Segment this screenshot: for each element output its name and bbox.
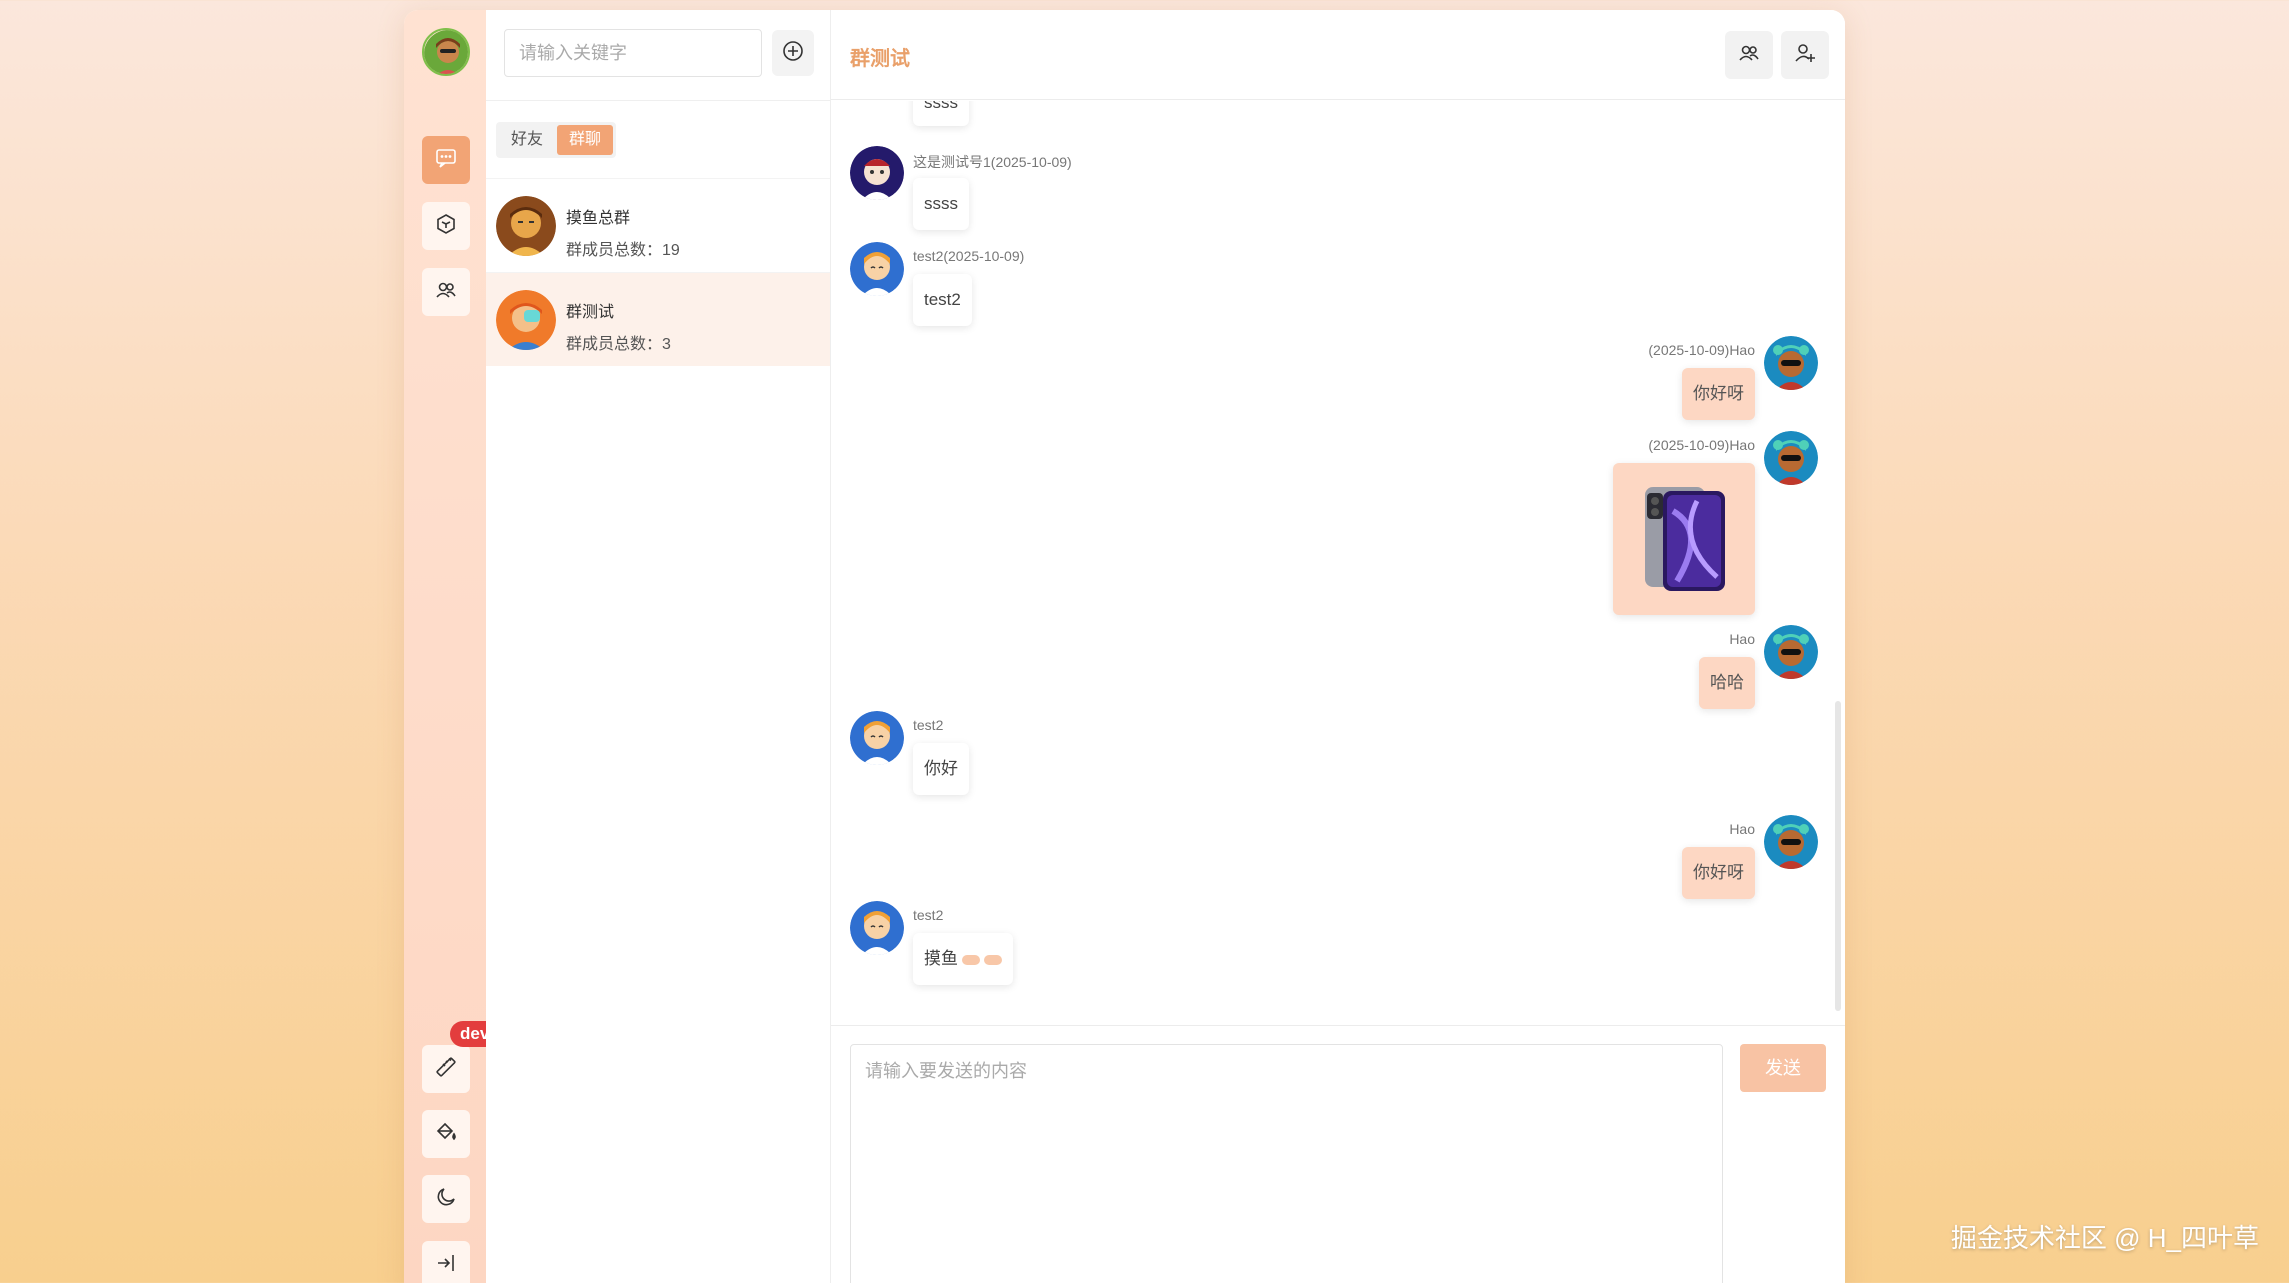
message-input[interactable] xyxy=(850,1044,1723,1283)
search-row xyxy=(504,29,824,77)
message-item: (2025-10-09)Hao 你好呀 xyxy=(1418,336,1818,426)
message-meta: (2025-10-09)Hao xyxy=(1648,342,1755,358)
own-avatar xyxy=(1764,336,1818,390)
message-text: 摸鱼 xyxy=(924,949,958,968)
hand-emoji-icon xyxy=(984,954,1002,965)
message-item: ssss xyxy=(850,101,1150,138)
own-avatar xyxy=(1764,625,1818,679)
message-bubble: 摸鱼 xyxy=(913,933,1013,985)
message-item: Hao 哈哈 xyxy=(1418,625,1818,715)
group-name: 群测试 xyxy=(566,304,615,321)
sender-avatar xyxy=(850,146,904,200)
message-item: 这是测试号1(2025-10-09) ssss xyxy=(850,146,1250,236)
dev-tools-button[interactable] xyxy=(422,1045,470,1093)
watermark: 掘金技术社区 @ H_四叶草 xyxy=(1950,1223,2259,1253)
message-meta: test2 xyxy=(913,717,944,733)
message-bubble: 你好呀 xyxy=(1682,368,1755,420)
message-bubble: 哈哈 xyxy=(1699,657,1755,709)
message-list: ssss 这是测试号1(2025-10-09) ssss test2(2025-… xyxy=(831,101,1845,1025)
own-avatar xyxy=(1764,815,1818,869)
message-bubble: ssss xyxy=(913,178,969,230)
group-name: 摸鱼总群 xyxy=(566,210,631,227)
tab-groups[interactable]: 群聊 xyxy=(557,125,614,155)
logout-button[interactable] xyxy=(422,1241,470,1283)
contact-tabs: 好友 群聊 xyxy=(496,122,617,158)
message-meta: 这是测试号1(2025-10-09) xyxy=(913,154,1072,170)
message-meta: test2(2025-10-09) xyxy=(913,248,1025,264)
contacts-nav-button[interactable] xyxy=(422,268,470,316)
chat-app-window: dev 好友 群聊 xyxy=(404,10,1845,1283)
icon-rail: dev xyxy=(404,10,500,1283)
chat-title: 群测试 xyxy=(850,48,910,70)
message-meta: Hao xyxy=(1729,821,1755,837)
message-item: test2(2025-10-09) test2 xyxy=(850,242,1250,332)
group-member-count: 群成员总数：3 xyxy=(566,336,671,353)
moon-icon xyxy=(434,1185,458,1214)
group-avatar xyxy=(496,196,556,256)
dark-mode-button[interactable] xyxy=(422,1175,470,1223)
image-bubble[interactable] xyxy=(1613,463,1755,615)
message-bubble: ssss xyxy=(913,101,969,126)
group-icon xyxy=(1737,41,1761,70)
plus-circle-icon xyxy=(781,39,805,68)
group-list: 摸鱼总群 群成员总数：19 群测试 群成员总数：3 xyxy=(486,178,830,366)
hand-emoji-icon xyxy=(962,954,980,965)
sender-avatar xyxy=(850,901,904,955)
group-icon xyxy=(434,278,458,307)
message-item: test2 你好 xyxy=(850,711,1250,801)
message-bubble: test2 xyxy=(913,274,972,326)
add-contact-button[interactable] xyxy=(772,30,814,76)
contacts-panel: 好友 群聊 摸鱼总群 群成员总数：19 xyxy=(486,10,831,1283)
sender-avatar xyxy=(850,242,904,296)
chat-header: 群测试 xyxy=(831,10,1845,100)
tab-friends[interactable]: 好友 xyxy=(499,125,555,155)
divider xyxy=(486,100,830,101)
hexagon-icon xyxy=(434,212,458,241)
message-item: (2025-10-09)Hao xyxy=(1418,431,1818,621)
messages-nav-button[interactable] xyxy=(422,136,470,184)
message-bubble: 你好 xyxy=(913,743,969,795)
message-meta: Hao xyxy=(1729,631,1755,647)
message-scrollbar[interactable] xyxy=(1835,701,1841,1011)
message-composer: 发送 xyxy=(831,1025,1845,1283)
send-button[interactable]: 发送 xyxy=(1740,1044,1826,1092)
chat-panel: 群测试 ssss 这是测试号1(2025-10-09) ssss test2(2… xyxy=(831,10,1845,1283)
theme-color-button[interactable] xyxy=(422,1110,470,1158)
phone-image xyxy=(1637,487,1731,601)
logout-icon xyxy=(434,1251,458,1280)
list-item[interactable]: 群测试 群成员总数：3 xyxy=(486,272,830,366)
list-item[interactable]: 摸鱼总群 群成员总数：19 xyxy=(486,178,830,272)
group-member-count: 群成员总数：19 xyxy=(566,242,680,259)
paint-bucket-icon xyxy=(434,1120,458,1149)
own-avatar xyxy=(1764,431,1818,485)
user-plus-icon xyxy=(1793,41,1817,70)
discover-nav-button[interactable] xyxy=(422,202,470,250)
message-meta: (2025-10-09)Hao xyxy=(1648,437,1755,453)
user-avatar[interactable] xyxy=(422,28,470,76)
sender-avatar xyxy=(850,711,904,765)
message-bubble: 你好呀 xyxy=(1682,847,1755,899)
add-member-button[interactable] xyxy=(1781,31,1829,79)
search-input[interactable] xyxy=(504,29,762,77)
message-item: Hao 你好呀 xyxy=(1418,815,1818,905)
message-meta: test2 xyxy=(913,907,944,923)
ruler-icon xyxy=(434,1055,458,1084)
group-members-button[interactable] xyxy=(1725,31,1773,79)
chat-icon xyxy=(434,146,458,175)
message-item: test2 摸鱼 xyxy=(850,901,1250,991)
group-avatar xyxy=(496,290,556,350)
